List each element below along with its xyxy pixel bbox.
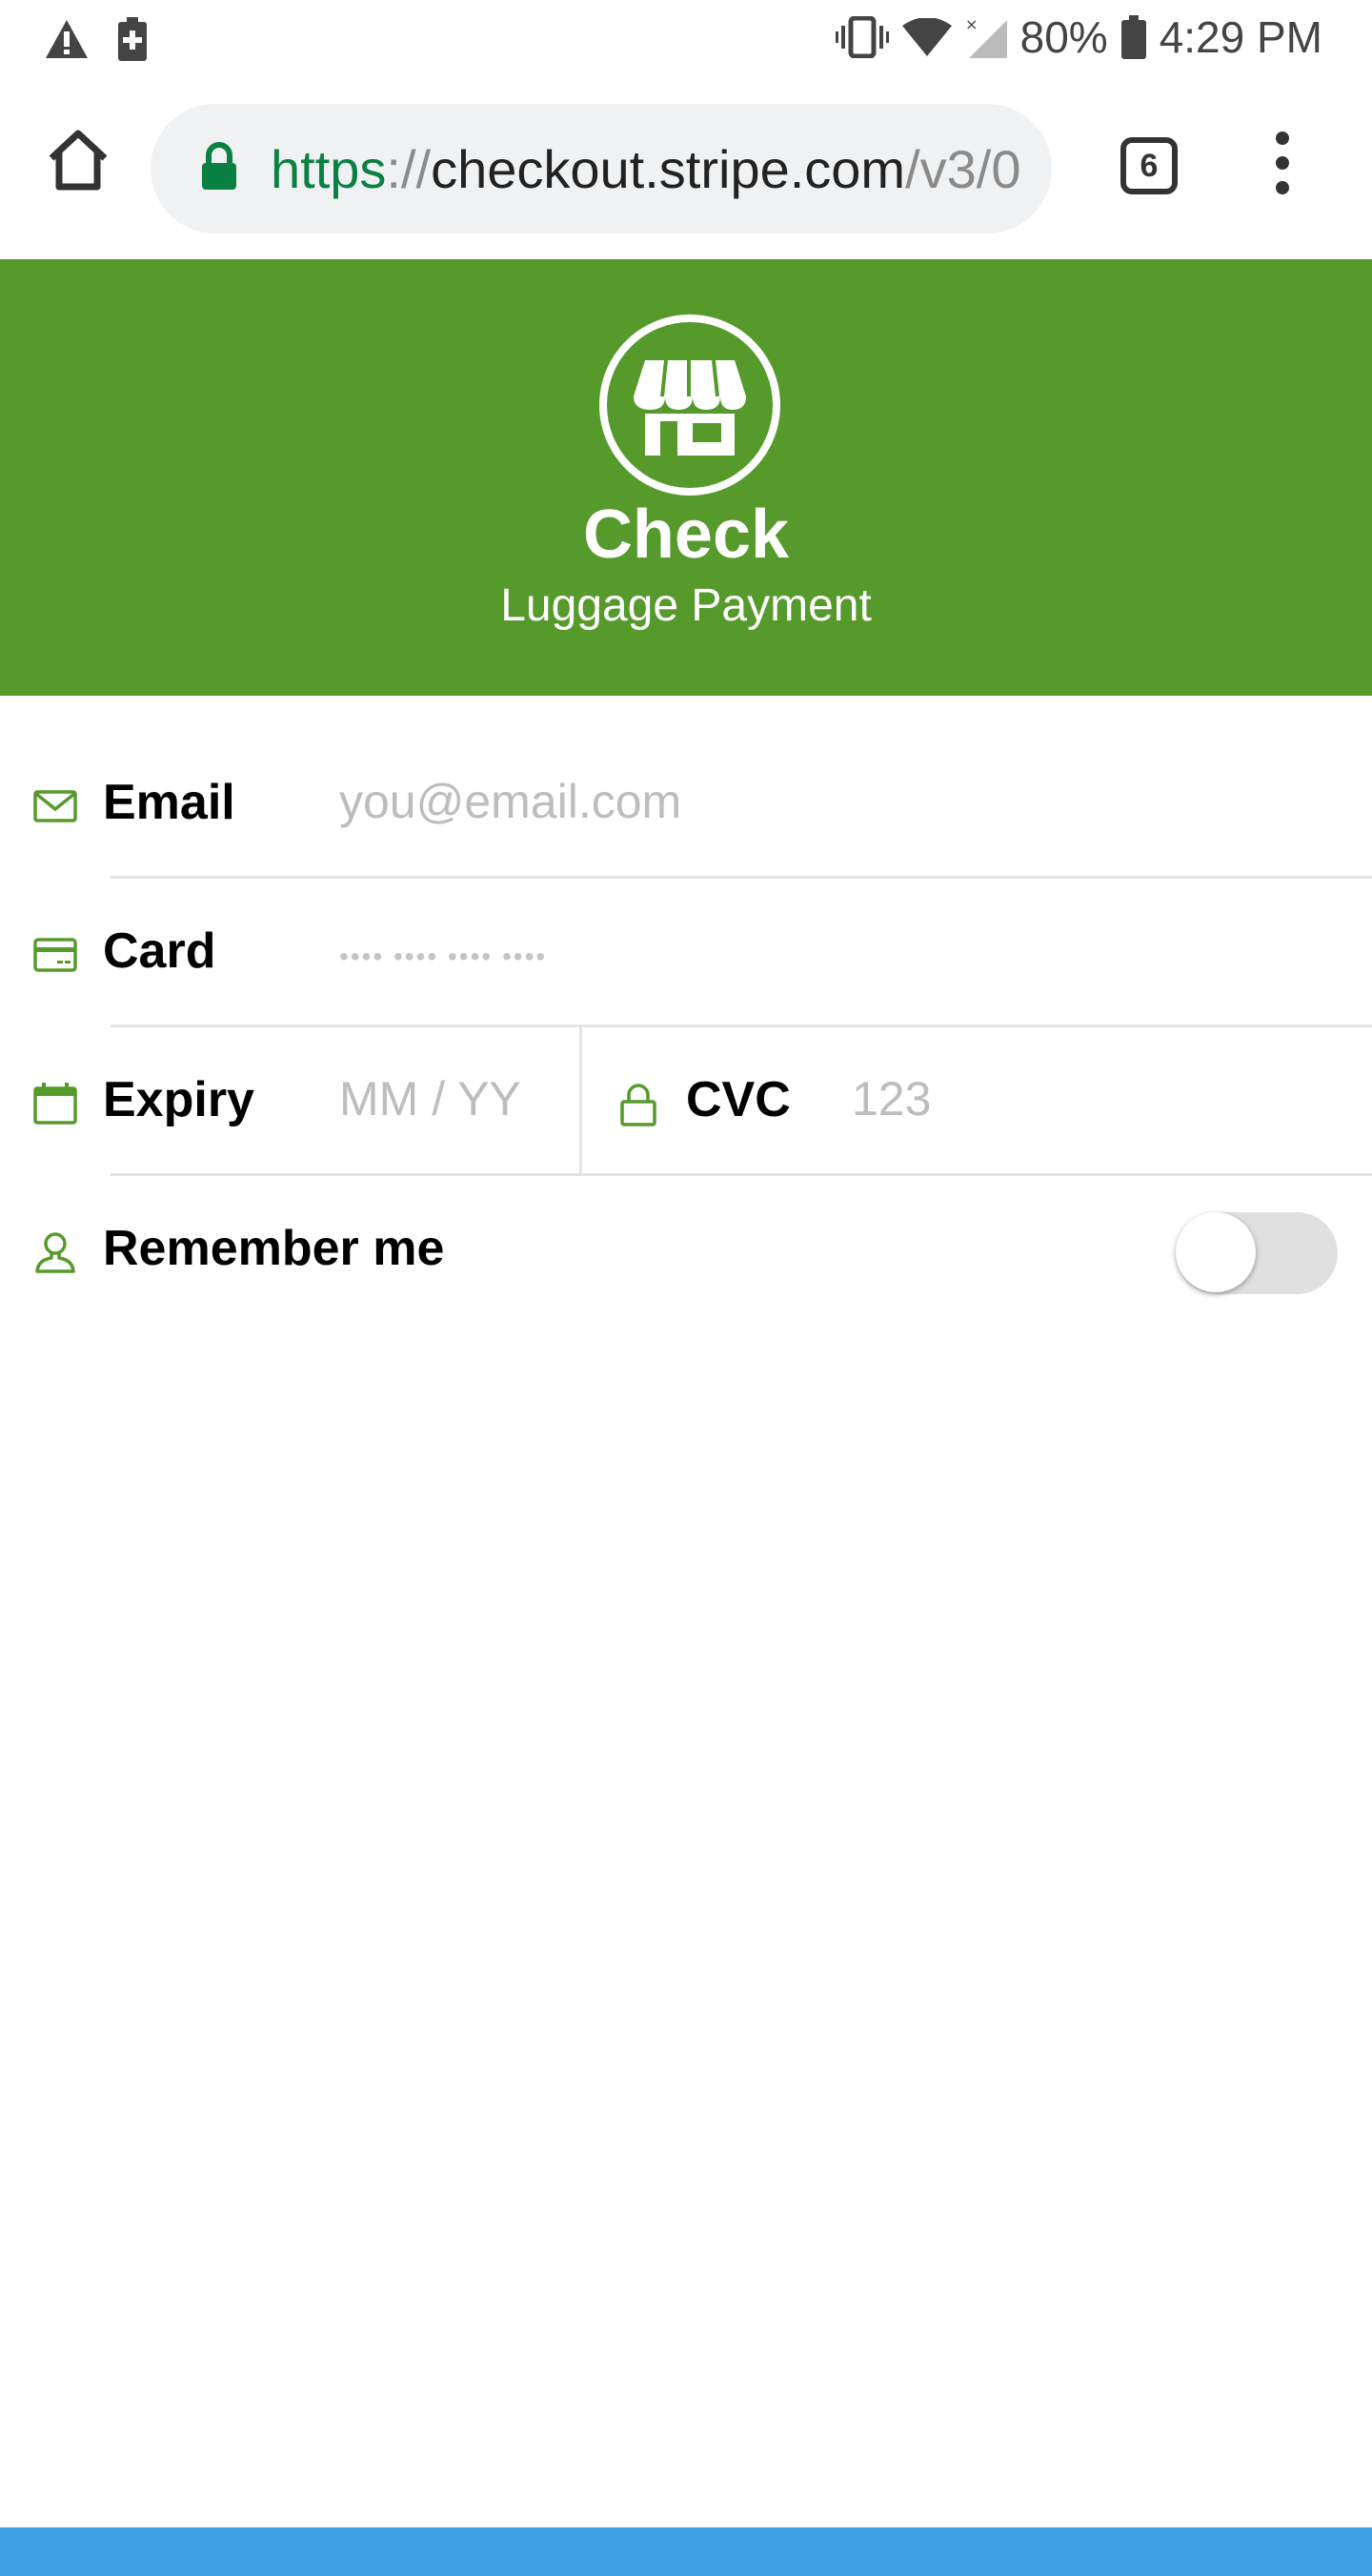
remember-me-toggle[interactable]	[1176, 1212, 1338, 1294]
page-title: Check	[582, 497, 790, 573]
toggle-knob[interactable]	[1176, 1212, 1256, 1292]
card-row[interactable]: Card •••• •••• •••• ••••	[0, 879, 1372, 1027]
expiry-field[interactable]: MM / YY	[339, 1071, 521, 1126]
cvc-label: CVC	[686, 1072, 791, 1127]
url-bar[interactable]: https://checkout.stripe.com/v3/0	[151, 104, 1052, 233]
card-number-field[interactable]: •••• •••• •••• ••••	[339, 942, 547, 972]
url-scheme: https	[271, 139, 387, 199]
user-icon	[35, 1232, 75, 1273]
battery-percent: 80%	[1019, 12, 1108, 62]
tab-switcher-button[interactable]: 6	[1120, 137, 1178, 194]
storefront-icon	[634, 359, 746, 456]
page-subtitle: Luggage Payment	[500, 580, 872, 631]
card-label: Card	[103, 923, 216, 979]
store-logo	[599, 314, 780, 496]
email-label: Email	[103, 775, 235, 830]
column-divider	[579, 1027, 582, 1176]
expiry-label: Expiry	[103, 1072, 254, 1127]
battery-saver-icon	[118, 17, 147, 61]
svg-text:×: ×	[965, 16, 978, 33]
remember-me-label: Remember me	[103, 1221, 445, 1276]
url-separator: ://	[386, 139, 432, 199]
wifi-icon	[901, 18, 952, 56]
calendar-icon	[33, 1083, 77, 1125]
remember-me-row: Remember me	[0, 1176, 1372, 1325]
warning-icon	[46, 20, 88, 58]
secure-lock-icon	[202, 142, 236, 190]
envelope-icon	[33, 790, 77, 822]
clock: 4:29 PM	[1159, 12, 1322, 62]
url-host: checkout.stripe.com	[431, 139, 906, 199]
overflow-menu-icon[interactable]	[1271, 132, 1294, 208]
lock-icon	[620, 1084, 656, 1126]
email-field[interactable]: you@email.com	[339, 774, 681, 829]
browser-toolbar: https://checkout.stripe.com/v3/0 6	[0, 78, 1372, 259]
pay-button-bar[interactable]	[0, 2527, 1372, 2576]
battery-icon	[1120, 15, 1146, 59]
url-text[interactable]: https://checkout.stripe.com/v3/0	[271, 138, 1033, 200]
credit-card-icon	[33, 938, 77, 972]
email-row[interactable]: Email you@email.com	[0, 730, 1372, 879]
checkout-header: Check Luggage Payment	[0, 259, 1372, 696]
vibrate-icon	[835, 16, 889, 58]
url-path: /v3/0	[905, 139, 1021, 199]
home-icon[interactable]	[44, 126, 112, 194]
cvc-field[interactable]: 123	[852, 1071, 931, 1126]
status-bar: × 80% 4:29 PM	[0, 0, 1372, 78]
expiry-cvc-row[interactable]: Expiry MM / YY CVC 123	[0, 1027, 1372, 1176]
cell-signal-icon: ×	[965, 16, 1007, 58]
